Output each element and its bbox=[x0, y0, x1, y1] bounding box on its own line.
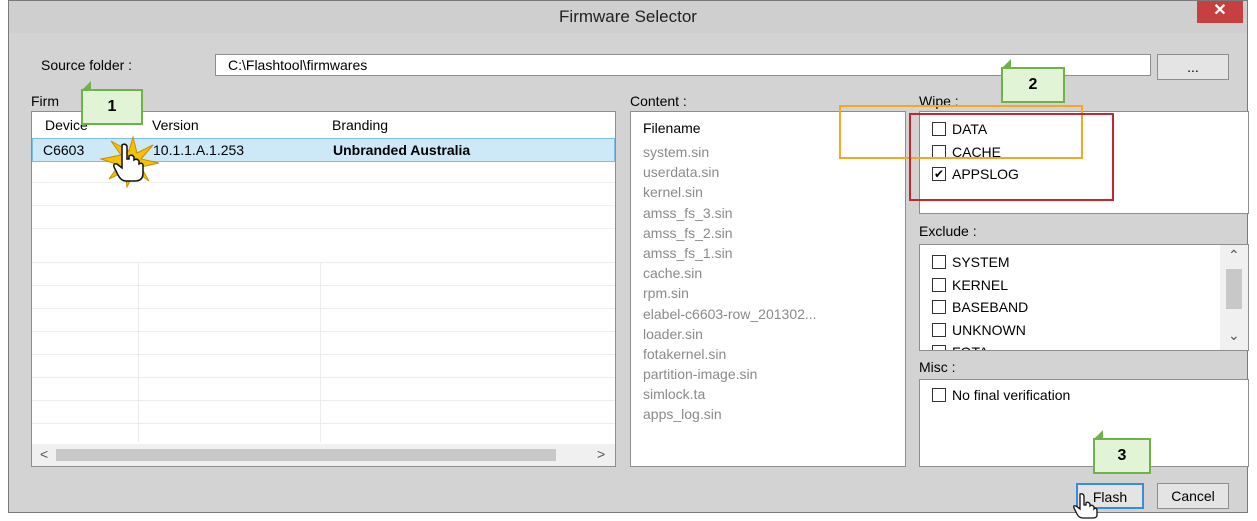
cancel-button[interactable]: Cancel bbox=[1157, 483, 1229, 509]
exclude-option-fota[interactable]: FOTA bbox=[932, 341, 1028, 350]
grid-line bbox=[32, 205, 615, 206]
column-header-branding[interactable]: Branding bbox=[332, 117, 388, 133]
callout-3: 3 bbox=[1093, 430, 1151, 474]
checkbox-label: No final verification bbox=[952, 387, 1071, 404]
misc-panel: No final verification bbox=[919, 379, 1249, 467]
hand-pointer-icon bbox=[113, 143, 144, 182]
exclude-option-system[interactable]: SYSTEM bbox=[932, 251, 1028, 274]
content-file-item[interactable]: apps_log.sin bbox=[643, 404, 817, 424]
source-folder-value: C:\Flashtool\firmwares bbox=[228, 57, 368, 73]
exclude-option-baseband[interactable]: BASEBAND bbox=[932, 296, 1028, 319]
checkbox-label: UNKNOWN bbox=[952, 321, 1026, 338]
scroll-right-arrow-icon[interactable]: > bbox=[597, 446, 605, 462]
checkbox[interactable] bbox=[932, 300, 946, 315]
row-branding: Unbranded Australia bbox=[333, 142, 471, 158]
checkbox[interactable] bbox=[932, 255, 946, 270]
exclude-option-kernel[interactable]: KERNEL bbox=[932, 274, 1028, 297]
grid-line bbox=[32, 400, 615, 401]
content-file-item[interactable]: amss_fs_3.sin bbox=[643, 203, 817, 223]
scroll-left-arrow-icon[interactable]: < bbox=[40, 446, 48, 462]
scroll-up-arrow-icon[interactable]: ⌃ bbox=[1228, 247, 1240, 264]
window-title: Firmware Selector bbox=[559, 7, 697, 26]
grid-line bbox=[32, 308, 615, 309]
firmwares-label: Firm bbox=[31, 93, 59, 109]
checkbox[interactable] bbox=[932, 388, 946, 403]
content-label: Content : bbox=[630, 93, 687, 109]
checkbox-label: KERNEL bbox=[952, 276, 1009, 293]
checkbox-label: SYSTEM bbox=[952, 254, 1010, 271]
vertical-scrollbar[interactable]: ⌃ ⌄ bbox=[1220, 245, 1248, 350]
red-highlight-box bbox=[909, 113, 1114, 201]
grid-line bbox=[32, 228, 615, 229]
misc-options: No final verification bbox=[932, 384, 1070, 407]
content-file-item[interactable]: amss_fs_1.sin bbox=[643, 243, 817, 263]
checkbox[interactable] bbox=[932, 345, 946, 350]
content-file-item[interactable]: userdata.sin bbox=[643, 162, 817, 182]
scrollbar-thumb[interactable] bbox=[1226, 269, 1242, 309]
content-file-item[interactable]: system.sin bbox=[643, 142, 817, 162]
horizontal-scrollbar[interactable]: < > bbox=[32, 444, 615, 466]
grid-line bbox=[138, 262, 139, 442]
grid-line bbox=[32, 377, 615, 378]
checkbox-label: BASEBAND bbox=[952, 299, 1029, 316]
content-file-item[interactable]: simlock.ta bbox=[643, 384, 817, 404]
content-file-item[interactable]: fotakernel.sin bbox=[643, 344, 817, 364]
checkbox[interactable] bbox=[932, 277, 946, 292]
grid-line bbox=[32, 262, 615, 263]
grid-line bbox=[320, 262, 321, 442]
grid-line bbox=[32, 423, 615, 424]
exclude-label: Exclude : bbox=[919, 223, 977, 239]
grid-line bbox=[32, 354, 615, 355]
callout-1: 1 bbox=[81, 81, 143, 125]
browse-button[interactable]: ... bbox=[1157, 54, 1229, 80]
content-file-item[interactable]: loader.sin bbox=[643, 324, 817, 344]
close-button[interactable]: ✕ bbox=[1197, 1, 1243, 23]
scrollbar-thumb[interactable] bbox=[56, 449, 556, 461]
grid-line bbox=[32, 331, 615, 332]
firmware-selector-window: Firmware Selector ✕ Source folder : C:\F… bbox=[8, 0, 1249, 519]
content-file-item[interactable]: elabel-c6603-row_201302... bbox=[643, 304, 817, 324]
content-file-item[interactable]: amss_fs_2.sin bbox=[643, 223, 817, 243]
grid-line bbox=[32, 285, 615, 286]
row-device: C6603 bbox=[43, 142, 85, 158]
content-list[interactable]: Filename system.sin userdata.sin kernel.si… bbox=[630, 111, 906, 467]
source-folder-label: Source folder : bbox=[41, 57, 133, 73]
misc-option-no-final-verification[interactable]: No final verification bbox=[932, 384, 1070, 407]
content-file-item[interactable]: rpm.sin bbox=[643, 283, 817, 303]
exclude-panel: SYSTEM KERNEL BASEBAND UNKNOWN FOTA ⌃ ⌄ bbox=[919, 244, 1249, 351]
content-file-item[interactable]: kernel.sin bbox=[643, 182, 817, 202]
checkbox[interactable] bbox=[932, 322, 946, 337]
exclude-option-unknown[interactable]: UNKNOWN bbox=[932, 319, 1028, 342]
content-file-item[interactable]: cache.sin bbox=[643, 263, 817, 283]
content-header-filename[interactable]: Filename bbox=[643, 120, 701, 136]
content-file-item[interactable]: partition-image.sin bbox=[643, 364, 817, 384]
content-file-list: system.sin userdata.sin kernel.sin amss_fs_… bbox=[643, 142, 817, 425]
title-bar[interactable]: Firmware Selector ✕ bbox=[9, 1, 1247, 33]
scroll-down-arrow-icon[interactable]: ⌄ bbox=[1228, 327, 1240, 344]
exclude-options: SYSTEM KERNEL BASEBAND UNKNOWN FOTA bbox=[932, 251, 1028, 350]
column-header-version[interactable]: Version bbox=[152, 117, 199, 133]
checkbox-label: FOTA bbox=[952, 344, 988, 350]
callout-2: 2 bbox=[1001, 59, 1065, 103]
misc-label: Misc : bbox=[919, 359, 956, 375]
hand-pointer-icon bbox=[1073, 493, 1098, 519]
